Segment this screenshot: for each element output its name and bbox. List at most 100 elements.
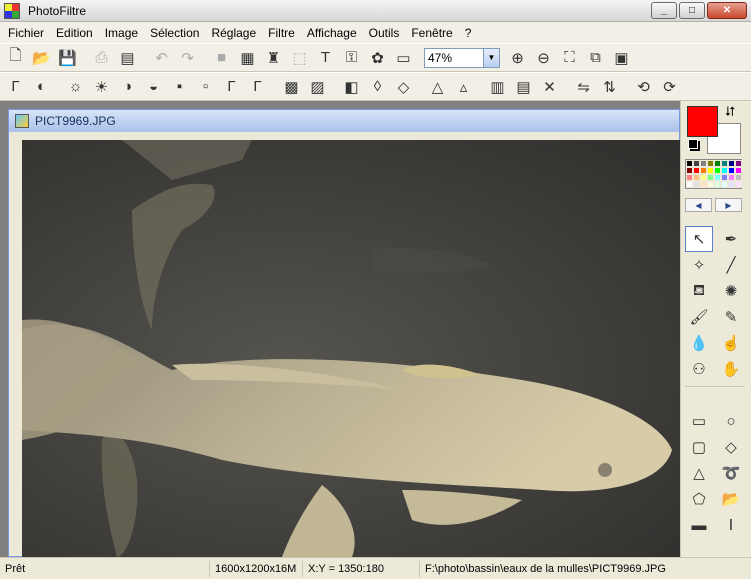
palette-swatch[interactable] (714, 160, 721, 167)
lasso-icon[interactable]: ➰ (717, 460, 745, 486)
palette-prev-button[interactable]: ◀ (685, 198, 712, 212)
gradient-icon[interactable]: ▥ (486, 75, 509, 98)
text-icon[interactable]: T (314, 46, 337, 69)
transparency-icon[interactable]: ♜ (262, 46, 285, 69)
chevron-down-icon[interactable]: ▼ (483, 48, 499, 67)
emboss-icon[interactable]: ◧ (340, 75, 363, 98)
palette-swatch[interactable] (707, 174, 714, 181)
menu-outils[interactable]: Outils (363, 26, 406, 40)
menu-edition[interactable]: Edition (50, 26, 99, 40)
open-shape-icon[interactable]: 📂 (717, 486, 745, 512)
open-folder-icon[interactable]: 📂 (30, 46, 53, 69)
palette-swatch[interactable] (707, 167, 714, 174)
brightness-minus-icon[interactable]: ☼ (64, 75, 87, 98)
auto-levels-icon[interactable]: Γ (4, 75, 27, 98)
palette-swatch[interactable] (707, 181, 714, 188)
menu-affichage[interactable]: Affichage (301, 26, 363, 40)
palette-swatch[interactable] (686, 181, 693, 188)
select-tool-icon[interactable]: ↖ (685, 226, 713, 252)
image-canvas[interactable] (22, 140, 680, 557)
palette-swatch[interactable] (721, 174, 728, 181)
redo-icon[interactable]: ↷ (176, 46, 199, 69)
stamp-icon[interactable]: ⚇ (685, 356, 713, 382)
palette-next-button[interactable]: ▶ (715, 198, 742, 212)
menu-filtre[interactable]: Filtre (262, 26, 301, 40)
new-file-icon[interactable]: 🗋 (4, 46, 27, 69)
smudge-icon[interactable]: ☝ (717, 330, 745, 356)
contrast-minus-icon[interactable]: ◑ (116, 75, 139, 98)
minimize-button[interactable]: _ (651, 2, 677, 19)
rectangle-icon[interactable]: ▭ (685, 408, 713, 434)
triangle-alt-icon[interactable]: ▵ (452, 75, 475, 98)
brightness-plus-icon[interactable]: ☀ (90, 75, 113, 98)
zoom-in-icon[interactable]: ⊕ (506, 46, 529, 69)
color-grid-icon[interactable]: ▦ (236, 46, 259, 69)
line-tool-icon[interactable]: ╱ (717, 252, 745, 278)
palette-swatch[interactable] (728, 181, 735, 188)
gamma-minus-icon[interactable]: Γ (220, 75, 243, 98)
palette-swatch[interactable] (700, 167, 707, 174)
contrast-plus-icon[interactable]: ◒ (142, 75, 165, 98)
polygon-icon[interactable]: ⬠ (685, 486, 713, 512)
rotate-right-icon[interactable]: ⟳ (658, 75, 681, 98)
palette-swatch[interactable] (714, 181, 721, 188)
hand-icon[interactable]: ✋ (717, 356, 745, 382)
palette-swatch[interactable] (735, 167, 742, 174)
print-icon[interactable]: ⎙ (90, 46, 113, 69)
gamma-plus-icon[interactable]: Γ (246, 75, 269, 98)
spray-icon[interactable]: ✺ (717, 278, 745, 304)
palette-swatch[interactable] (721, 167, 728, 174)
sharpen-icon[interactable]: ◇ (392, 75, 415, 98)
undo-icon[interactable]: ↶ (150, 46, 173, 69)
palette-swatch[interactable] (728, 174, 735, 181)
document-title-bar[interactable]: PICT9969.JPG (9, 110, 679, 132)
palette-swatch[interactable] (721, 160, 728, 167)
rotate-left-icon[interactable]: ⟲ (632, 75, 655, 98)
diamond-icon[interactable]: ◇ (717, 434, 745, 460)
menu-selection[interactable]: Sélection (144, 26, 205, 40)
flip-horizontal-icon[interactable]: ⇋ (572, 75, 595, 98)
palette-swatch[interactable] (693, 160, 700, 167)
effect-icon[interactable]: ✕ (538, 75, 561, 98)
saturation-minus-icon[interactable]: ▪ (168, 75, 191, 98)
palette-swatch[interactable] (728, 167, 735, 174)
actual-size-icon[interactable]: ⧉ (584, 46, 607, 69)
palette-swatch[interactable] (707, 160, 714, 167)
scan-icon[interactable]: ▤ (116, 46, 139, 69)
menu-reglage[interactable]: Réglage (205, 26, 262, 40)
palette-swatch[interactable] (735, 181, 742, 188)
flip-vertical-icon[interactable]: ⇅ (598, 75, 621, 98)
pixelize-icon[interactable]: ▩ (280, 75, 303, 98)
close-button[interactable]: ✕ (707, 2, 747, 19)
rounded-rect-icon[interactable]: ▢ (685, 434, 713, 460)
swap-colors-icon[interactable]: ⮃ (725, 104, 735, 120)
menu-fenetre[interactable]: Fenêtre (405, 26, 458, 40)
palette-swatch[interactable] (728, 160, 735, 167)
advanced-brush-icon[interactable]: ✎ (717, 304, 745, 330)
palette-swatch[interactable] (735, 160, 742, 167)
zoom-select[interactable]: 47% ▼ (424, 47, 500, 68)
menu-image[interactable]: Image (99, 26, 144, 40)
magic-wand-icon[interactable]: ✧ (685, 252, 713, 278)
fill-bucket-icon[interactable]: ⛾ (685, 278, 713, 304)
maximize-button[interactable]: □ (679, 2, 705, 19)
foreground-color-swatch[interactable] (687, 106, 718, 137)
select-all-icon[interactable]: ⬚ (288, 46, 311, 69)
selection-mode-icon[interactable]: ▬ (685, 512, 713, 538)
zoom-out-icon[interactable]: ⊖ (532, 46, 555, 69)
plugin-icon[interactable]: ✿ (366, 46, 389, 69)
eyedropper-icon[interactable]: ✒ (717, 226, 745, 252)
reset-colors-icon[interactable] (688, 139, 698, 149)
text-select-icon[interactable]: Ⅰ (717, 512, 745, 538)
palette-swatch[interactable] (700, 181, 707, 188)
menu-help[interactable]: ? (459, 26, 478, 40)
fullscreen-icon[interactable]: ▣ (610, 46, 633, 69)
saturation-plus-icon[interactable]: ▫ (194, 75, 217, 98)
palette-swatch[interactable] (721, 181, 728, 188)
brush-icon[interactable]: 🖌 (685, 304, 713, 330)
document-window[interactable]: PICT9969.JPG (8, 109, 680, 557)
palette-swatch[interactable] (714, 174, 721, 181)
blur-drop-icon[interactable]: 💧 (685, 330, 713, 356)
fit-image-icon[interactable]: ⛶ (558, 46, 581, 69)
palette-swatch[interactable] (686, 174, 693, 181)
